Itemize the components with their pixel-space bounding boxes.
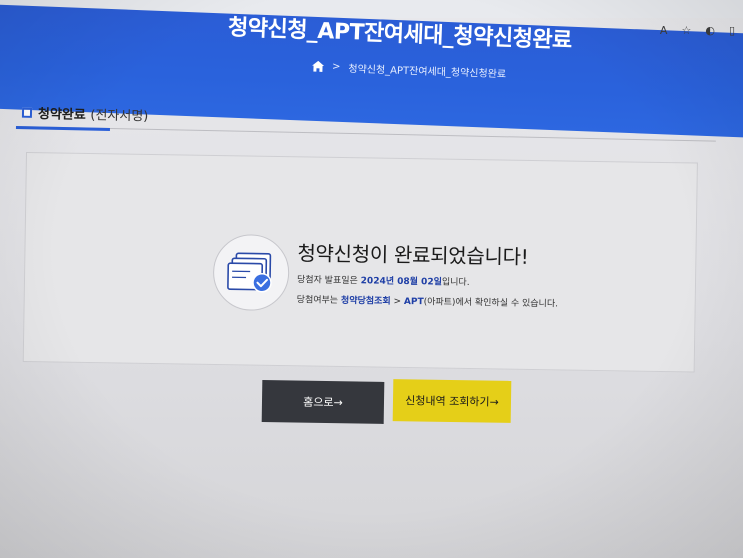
view-application-button[interactable]: 신청내역 조회하기→ bbox=[392, 379, 512, 423]
line2-prefix: 당첨여부는 bbox=[296, 295, 342, 306]
announcement-date: 2024년 08월 02일 bbox=[360, 276, 442, 288]
section-title-text: 청약완료 bbox=[37, 107, 86, 124]
read-aloud-icon[interactable]: A bbox=[660, 24, 668, 37]
line2-separator: > bbox=[390, 296, 404, 307]
completion-message-title: 청약신청이 완료되었습니다! bbox=[297, 241, 529, 269]
announcement-date-text: 당첨자 발표일은 2024년 08월 02일입니다. bbox=[297, 272, 470, 288]
breadcrumb-separator: > bbox=[331, 61, 341, 73]
line1-suffix: 입니다. bbox=[441, 277, 470, 288]
line2-suffix: 에서 확인하실 수 있습니다. bbox=[455, 297, 559, 310]
section-heading: 청약완료 (전자서명) bbox=[21, 103, 149, 124]
completion-icon-circle bbox=[212, 233, 290, 312]
completion-panel: 청약신청이 완료되었습니다! 당첨자 발표일은 2024년 08월 02일입니다… bbox=[22, 152, 698, 373]
document-check-icon bbox=[227, 252, 272, 293]
result-check-text: 당첨여부는 청약당첨조회 > APT(아파트)에서 확인하실 수 있습니다. bbox=[297, 292, 559, 309]
section-title: 청약완료 (전자서명) bbox=[38, 103, 149, 124]
collections-icon[interactable]: ▯ bbox=[729, 24, 735, 37]
section-divider-accent bbox=[15, 126, 110, 131]
favorite-star-icon[interactable]: ☆ bbox=[681, 24, 691, 37]
square-bullet-icon bbox=[21, 107, 33, 118]
winner-lookup-text: 청약당첨조회 bbox=[340, 295, 391, 307]
extension-icon[interactable]: ◐ bbox=[705, 24, 715, 37]
home-icon[interactable] bbox=[312, 60, 325, 72]
home-button[interactable]: 홈으로→ bbox=[261, 380, 385, 424]
apt-text: APT bbox=[403, 296, 424, 308]
browser-toolbar: A ☆ ◐ ▯ bbox=[660, 18, 735, 42]
screen: 청약신청_APT잔여세대_청약신청완료 A ☆ ◐ ▯ > 청약신청_APT잔여… bbox=[0, 0, 743, 558]
line1-prefix: 당첨자 발표일은 bbox=[296, 275, 361, 287]
section-subtitle: (전자서명) bbox=[90, 108, 149, 125]
apt-paren-text: (아파트) bbox=[423, 297, 456, 308]
